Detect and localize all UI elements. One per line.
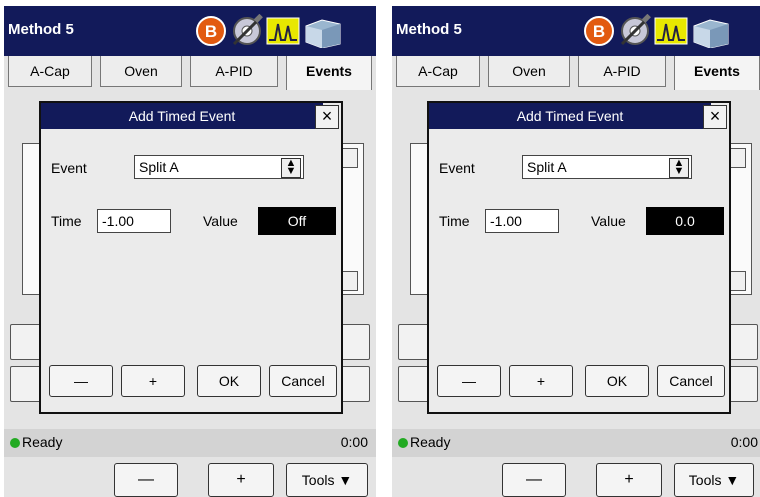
value-label: Value (591, 213, 626, 229)
tab-bar: A-Cap Oven A-PID Events (4, 56, 376, 90)
time-input[interactable]: -1.00 (485, 209, 559, 233)
value-label: Value (203, 213, 238, 229)
bottom-minus-button[interactable]: — (114, 463, 178, 497)
bottom-plus-button[interactable]: + (208, 463, 274, 497)
time-input[interactable]: -1.00 (97, 209, 171, 233)
event-select-value: Split A (139, 159, 179, 175)
close-button[interactable]: × (703, 105, 727, 129)
increment-button[interactable]: + (121, 365, 185, 397)
ok-button[interactable]: OK (585, 365, 649, 397)
event-select[interactable]: Split A ▲ ▼ (134, 155, 304, 179)
svg-text:B: B (593, 22, 605, 41)
status-indicator-icon (10, 438, 20, 448)
event-select[interactable]: Split A ▲ ▼ (522, 155, 692, 179)
updown-arrows-icon[interactable]: ▲ ▼ (669, 158, 689, 178)
status-indicator-icon (398, 438, 408, 448)
updown-arrows-icon[interactable]: ▲ ▼ (281, 158, 301, 178)
decrement-button[interactable]: — (437, 365, 501, 397)
close-button[interactable]: × (315, 105, 339, 129)
value-field[interactable]: 0.0 (646, 207, 724, 235)
time-label: Time (439, 213, 470, 229)
event-select-value: Split A (527, 159, 567, 175)
tools-menu-button[interactable]: Tools ▼ (286, 463, 368, 497)
status-bar: Ready 0:00 (392, 429, 760, 457)
b-circle-icon[interactable]: B (582, 14, 616, 48)
event-label: Event (439, 160, 475, 176)
ok-button[interactable]: OK (197, 365, 261, 397)
status-bar: Ready 0:00 (4, 429, 376, 457)
title-bar: Method 5 B (4, 6, 376, 56)
add-timed-event-dialog: Add Timed Event × Event Split A ▲ ▼ Time … (39, 101, 343, 414)
add-timed-event-dialog: Add Timed Event × Event Split A ▲ ▼ Time … (427, 101, 731, 414)
title-bar: Method 5 B (392, 6, 760, 56)
tools-menu-button[interactable]: Tools ▼ (674, 463, 754, 497)
bottom-toolbar: — + Tools ▼ (392, 457, 760, 497)
event-label: Event (51, 160, 87, 176)
tab-events[interactable]: Events (286, 56, 372, 90)
gc-panel-left: Method 5 B A-Cap Oven A-PID Events Add T… (4, 6, 376, 497)
syringe-gear-icon[interactable] (618, 14, 652, 48)
chromatogram-icon[interactable] (654, 14, 688, 48)
status-text: Ready (22, 434, 63, 450)
cancel-button[interactable]: Cancel (269, 365, 337, 397)
tab-bar: A-Cap Oven A-PID Events (392, 56, 760, 90)
run-time: 0:00 (730, 434, 758, 450)
bottom-toolbar: — + Tools ▼ (4, 457, 376, 497)
dialog-title: Add Timed Event (429, 103, 711, 129)
tab-a-pid[interactable]: A-PID (578, 56, 666, 87)
svg-text:B: B (205, 22, 217, 41)
bottom-minus-button[interactable]: — (502, 463, 566, 497)
decrement-button[interactable]: — (49, 365, 113, 397)
syringe-gear-icon[interactable] (230, 14, 264, 48)
dialog-title: Add Timed Event (41, 103, 323, 129)
increment-button[interactable]: + (509, 365, 573, 397)
run-time: 0:00 (340, 434, 368, 450)
b-circle-icon[interactable]: B (194, 14, 228, 48)
method-title: Method 5 (396, 21, 462, 38)
status-text: Ready (410, 434, 451, 450)
bottom-plus-button[interactable]: + (596, 463, 662, 497)
tab-oven[interactable]: Oven (100, 56, 182, 87)
tab-a-cap[interactable]: A-Cap (396, 56, 480, 87)
chromatogram-icon[interactable] (266, 14, 300, 48)
instrument-icon[interactable] (302, 14, 342, 48)
tab-a-pid[interactable]: A-PID (190, 56, 278, 87)
tab-a-cap[interactable]: A-Cap (8, 56, 92, 87)
tab-events[interactable]: Events (674, 56, 760, 90)
value-field[interactable]: Off (258, 207, 336, 235)
instrument-icon[interactable] (690, 14, 730, 48)
cancel-button[interactable]: Cancel (657, 365, 725, 397)
time-label: Time (51, 213, 82, 229)
gc-panel-right: Method 5 B A-Cap Oven A-PID Events Add T… (392, 6, 760, 497)
method-title: Method 5 (8, 21, 74, 38)
tab-oven[interactable]: Oven (488, 56, 570, 87)
